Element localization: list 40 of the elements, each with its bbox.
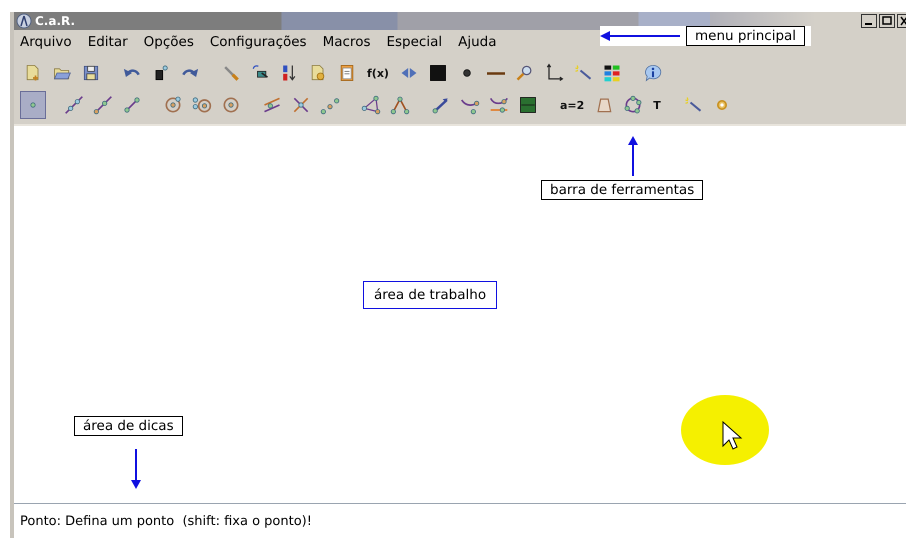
info-bubble-icon: [642, 63, 663, 83]
tool-button[interactable]: T: [649, 91, 665, 119]
menu-item[interactable]: Editar: [88, 34, 128, 50]
menu-item[interactable]: Macros: [322, 34, 370, 50]
drawing-area[interactable]: área de trabalho área de dicas barra de ferramentas: [14, 126, 906, 504]
polygon-points-icon: [623, 95, 644, 115]
menu-label: menu principal: [686, 26, 806, 46]
tool-button[interactable]: f(x): [363, 59, 393, 87]
up-arrow: [628, 136, 638, 176]
minimize-button[interactable]: [861, 14, 877, 28]
circle-fixed-tool-icon: [221, 95, 241, 115]
color-grid-icon: [602, 63, 622, 83]
line-tool-icon: [64, 95, 84, 115]
toolbar-label: barra de ferramentas: [541, 180, 704, 200]
framed-panel-icon: [518, 95, 538, 115]
window-title: C.a.R.: [35, 14, 76, 28]
tool-button[interactable]: a=2: [556, 91, 588, 119]
ray-tool-icon: [93, 95, 113, 115]
workspace-label: área de trabalho: [363, 281, 498, 309]
down-arrow: [131, 448, 141, 490]
menu-item[interactable]: Ajuda: [458, 34, 497, 50]
maximize-button[interactable]: [879, 14, 895, 28]
curve-pair-tool-icon: [489, 95, 509, 115]
hint-text: Ponto: Defina um ponto (shift: fixa o ponto)!: [20, 514, 312, 528]
segment-tool-icon: [122, 95, 142, 115]
menu-item[interactable]: Configurações: [210, 34, 307, 50]
filled-square-icon: [428, 63, 448, 83]
menu-item[interactable]: Especial: [386, 34, 442, 50]
hints-label: área de dicas: [74, 416, 183, 436]
menu-item[interactable]: Opções: [144, 34, 194, 50]
line-icon: [486, 72, 505, 74]
angle-tool-icon: [390, 95, 410, 115]
intersection-tool-icon: [291, 95, 311, 115]
circle-radius-tool-icon: [192, 95, 212, 115]
parallel-lines-icon: [262, 95, 282, 115]
menu-item[interactable]: Arquivo: [20, 34, 72, 50]
circle-tool-icon: [163, 95, 183, 115]
triangle-tool-icon: [361, 95, 381, 115]
compass-icon: [16, 13, 32, 29]
close-button[interactable]: [897, 14, 906, 28]
